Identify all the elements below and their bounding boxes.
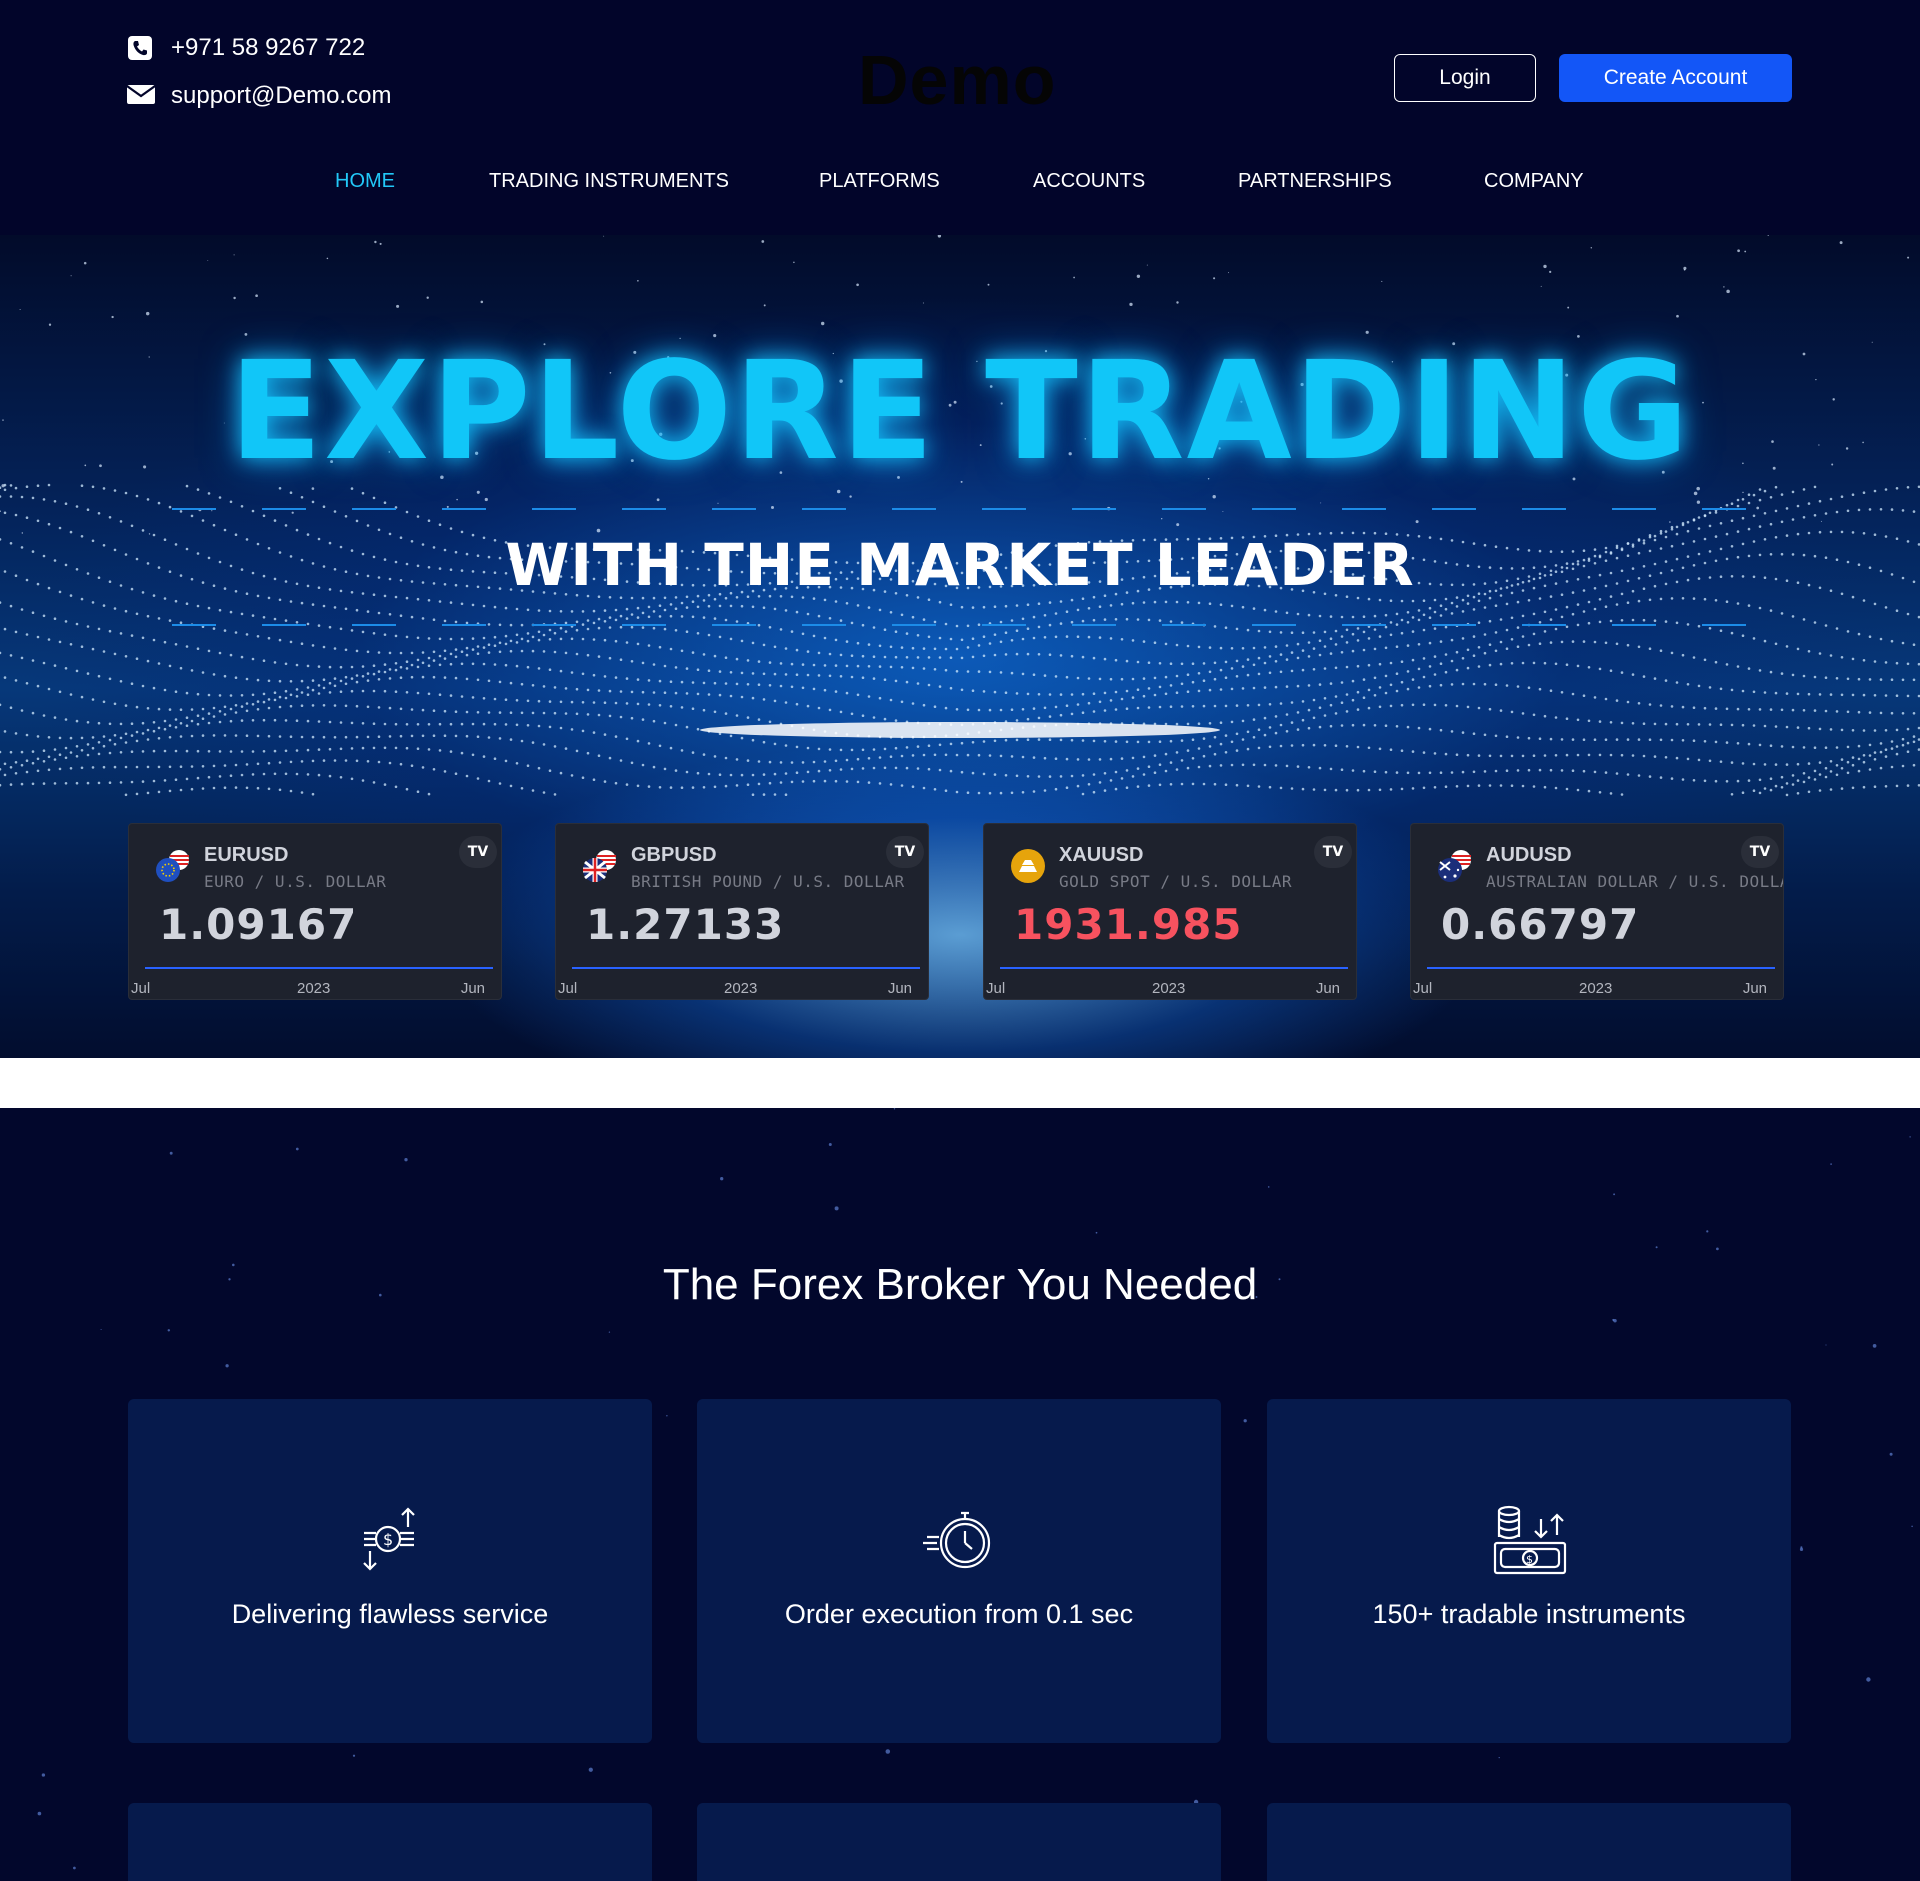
- hero-divider-top: [172, 508, 1752, 510]
- gold-icon: [1010, 848, 1045, 883]
- envelope-icon: [126, 83, 156, 109]
- svg-text:$: $: [1526, 1553, 1533, 1566]
- ticker-card-audusd[interactable]: AUDUSD AUSTRALIAN DOLLAR / U.S. DOLLAR 0…: [1410, 823, 1784, 1000]
- axis-label-mid: 2023: [724, 980, 758, 997]
- hero-subtitle: WITH THE MARKET LEADER: [505, 531, 1415, 599]
- features-title: The Forex Broker You Needed: [662, 1260, 1258, 1309]
- ticker-card-gbpusd[interactable]: GBPUSD BRITISH POUND / U.S. DOLLAR 1.271…: [555, 823, 929, 1000]
- ticker-price: 1931.985: [1014, 900, 1243, 949]
- ticker-description: EURO / U.S. DOLLAR: [204, 872, 387, 891]
- login-button[interactable]: Login: [1394, 54, 1536, 102]
- ticker-symbol: EURUSD: [204, 844, 289, 866]
- ticker-symbol: XAUUSD: [1059, 844, 1144, 866]
- axis-label-end: Jun: [1742, 980, 1767, 997]
- ticker-sparkline: [1427, 967, 1775, 969]
- feature-card-row2-3: [1267, 1803, 1791, 1881]
- feature-card-service: $ Delivering flawless service: [128, 1399, 652, 1743]
- feature-card-execution: Order execution from 0.1 sec: [697, 1399, 1221, 1743]
- email-contact[interactable]: support@Demo.com: [126, 72, 392, 120]
- feature-label: 150+ tradable instruments: [1372, 1599, 1686, 1629]
- cash-coins-icon: $: [1489, 1499, 1569, 1579]
- nav-item-home[interactable]: HOME: [335, 170, 395, 193]
- ticker-card-xauusd[interactable]: XAUUSD GOLD SPOT / U.S. DOLLAR 1931.985 …: [983, 823, 1357, 1000]
- email-address: support@Demo.com: [171, 82, 392, 109]
- hero-title: EXPLORE TRADING: [229, 333, 1691, 491]
- section-separator: [0, 1058, 1920, 1108]
- ticker-price: 0.66797: [1441, 900, 1640, 949]
- money-exchange-icon: $: [350, 1499, 430, 1579]
- feature-label: Order execution from 0.1 sec: [784, 1599, 1134, 1629]
- eu-us-flag-icon: [155, 848, 189, 882]
- stopwatch-icon: [919, 1499, 999, 1579]
- axis-label-start: Jul: [558, 980, 578, 997]
- svg-text:$: $: [383, 1530, 393, 1549]
- ticker-description: GOLD SPOT / U.S. DOLLAR: [1059, 872, 1293, 891]
- nav-item-company[interactable]: COMPANY: [1484, 170, 1584, 193]
- tradingview-logo-icon[interactable]: TV: [459, 836, 497, 868]
- ticker-card-eurusd[interactable]: EURUSD EURO / U.S. DOLLAR 1.09167 TV Jul…: [128, 823, 502, 1000]
- ticker-symbol: AUDUSD: [1486, 844, 1572, 866]
- tradingview-logo-icon[interactable]: TV: [1314, 836, 1352, 868]
- axis-label-start: Jul: [986, 980, 1006, 997]
- ticker-description: AUSTRALIAN DOLLAR / U.S. DOLLAR: [1486, 872, 1784, 891]
- feature-card-row2-2: [697, 1803, 1221, 1881]
- contact-info: +971 58 9267 722 support@Demo.com: [126, 24, 392, 120]
- hero-banner: EXPLORE TRADING WITH THE MARKET LEADER E…: [0, 235, 1920, 1058]
- phone-icon: [127, 35, 153, 61]
- axis-label-end: Jun: [887, 980, 912, 997]
- phone-number: +971 58 9267 722: [171, 34, 366, 61]
- create-account-button[interactable]: Create Account: [1559, 54, 1792, 102]
- tradingview-logo-icon[interactable]: TV: [1741, 836, 1779, 868]
- main-nav: HOME TRADING INSTRUMENTS PLATFORMS ACCOU…: [0, 170, 1920, 200]
- axis-label-mid: 2023: [297, 980, 331, 997]
- ticker-price: 1.09167: [159, 900, 358, 949]
- ticker-sparkline: [145, 967, 493, 969]
- nav-item-trading-instruments[interactable]: TRADING INSTRUMENTS: [489, 170, 729, 193]
- ticker-symbol: GBPUSD: [631, 844, 717, 866]
- axis-label-mid: 2023: [1579, 980, 1613, 997]
- ticker-sparkline: [572, 967, 920, 969]
- axis-label-mid: 2023: [1152, 980, 1186, 997]
- features-section: The Forex Broker You Needed $ Delivering…: [0, 1108, 1920, 1881]
- nav-item-platforms[interactable]: PLATFORMS: [819, 170, 940, 193]
- au-us-flag-icon: [1437, 848, 1471, 882]
- feature-card-row2-1: [128, 1803, 652, 1881]
- axis-label-end: Jun: [1315, 980, 1340, 997]
- axis-label-start: Jul: [131, 980, 151, 997]
- feature-label: Delivering flawless service: [231, 1599, 549, 1629]
- ticker-price: 1.27133: [586, 900, 785, 949]
- nav-item-accounts[interactable]: ACCOUNTS: [1033, 170, 1145, 193]
- axis-label-start: Jul: [1413, 980, 1433, 997]
- site-header: +971 58 9267 722 support@Demo.com Demo L…: [0, 0, 1920, 235]
- hero-divider-bottom: [172, 624, 1752, 626]
- site-logo[interactable]: Demo: [858, 40, 1056, 120]
- ticker-sparkline: [1000, 967, 1348, 969]
- ticker-description: BRITISH POUND / U.S. DOLLAR: [631, 872, 905, 891]
- tradingview-logo-icon[interactable]: TV: [886, 836, 924, 868]
- feature-card-instruments: $ 150+ tradable instruments: [1267, 1399, 1791, 1743]
- axis-label-end: Jun: [460, 980, 485, 997]
- gb-us-flag-icon: [582, 848, 616, 882]
- nav-item-partnerships[interactable]: PARTNERSHIPS: [1238, 170, 1392, 193]
- phone-contact[interactable]: +971 58 9267 722: [127, 24, 391, 72]
